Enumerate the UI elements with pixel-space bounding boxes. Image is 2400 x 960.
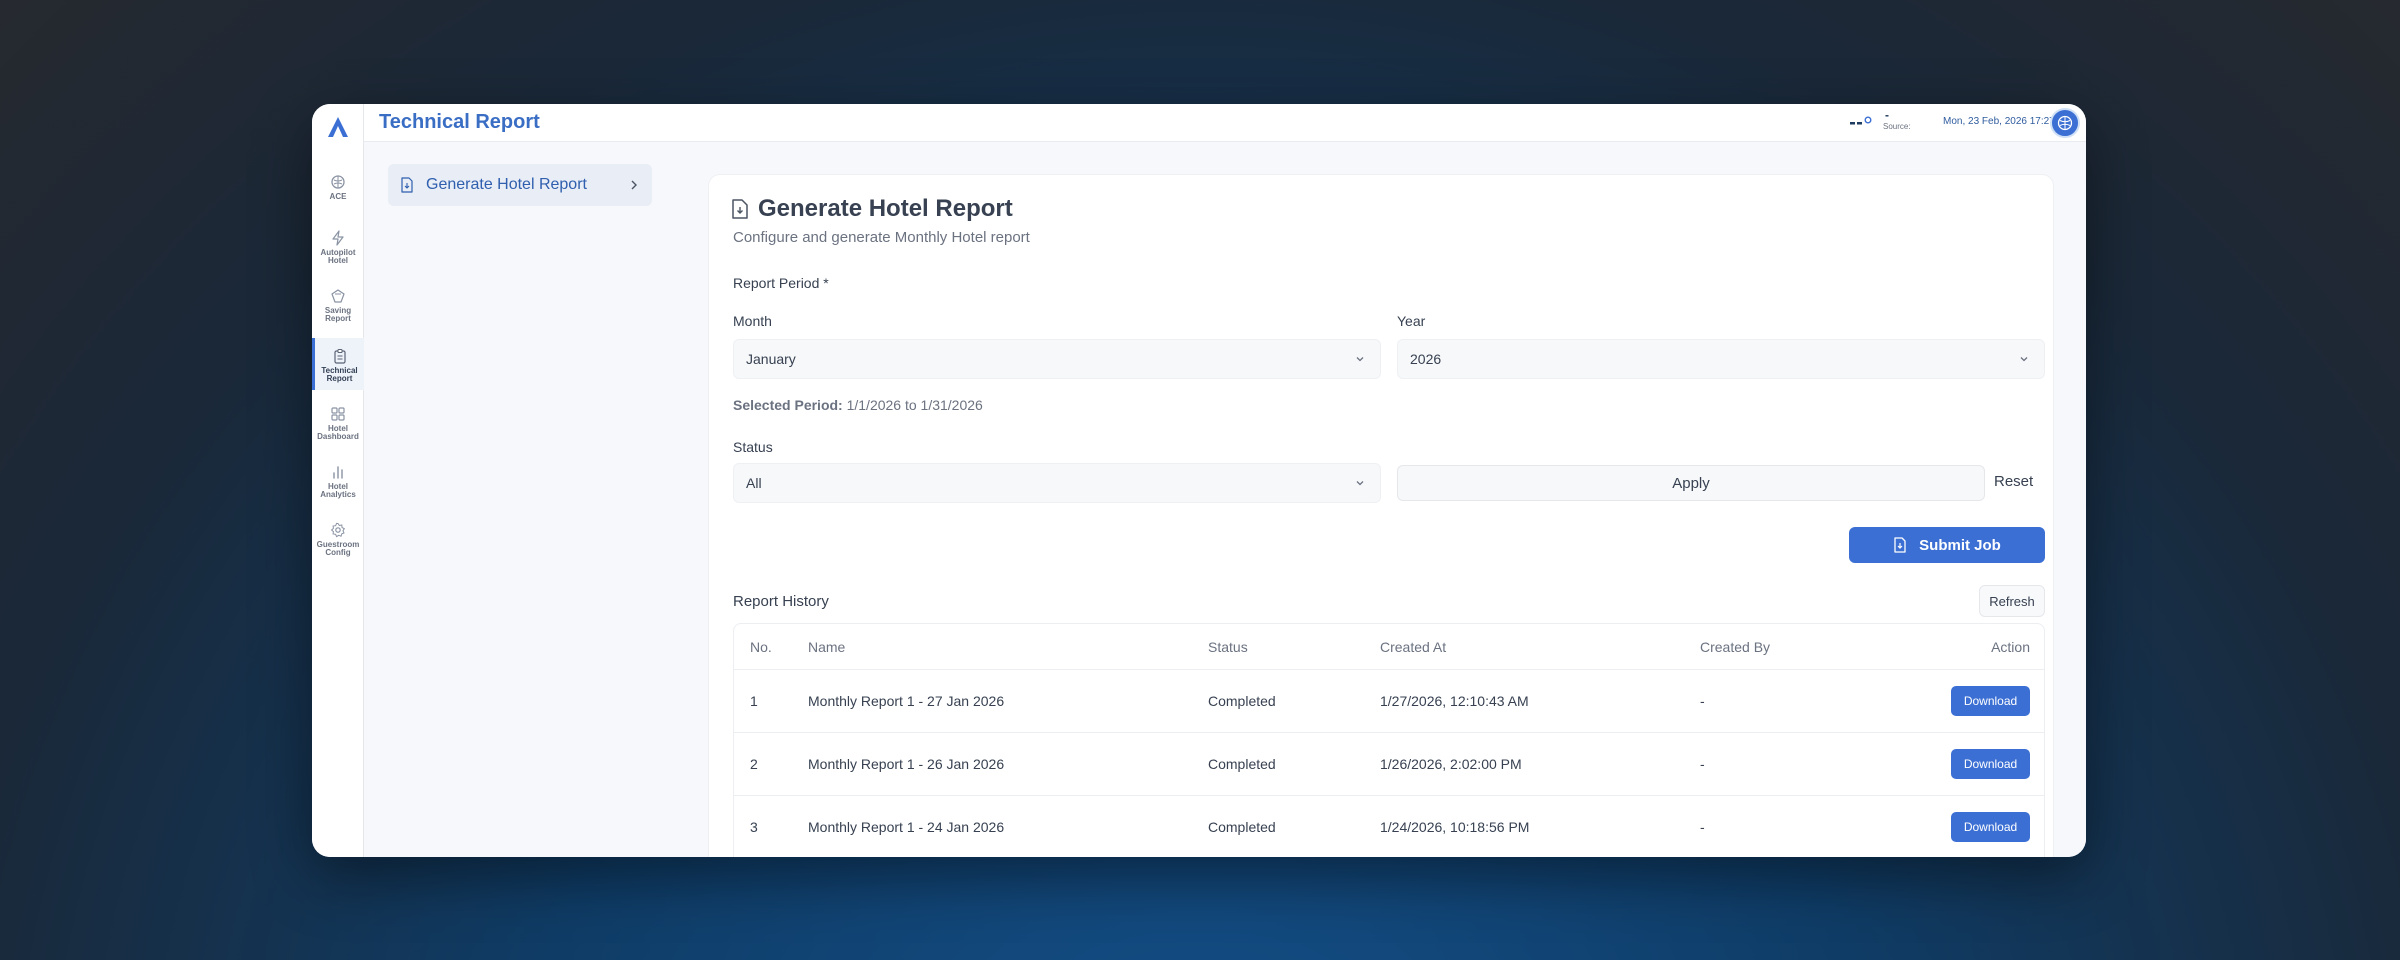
report-history-title: Report History bbox=[733, 593, 829, 610]
row-created-by: - bbox=[1700, 819, 1705, 835]
row-created-by: - bbox=[1700, 756, 1705, 772]
grid-icon bbox=[331, 407, 345, 421]
rail-item-autopilot-hotel[interactable]: Autopilot Hotel bbox=[312, 224, 364, 270]
selected-period: Selected Period: 1/1/2026 to 1/31/2026 bbox=[733, 397, 983, 413]
year-label: Year bbox=[1397, 313, 1426, 329]
card-title-text: Generate Hotel Report bbox=[758, 195, 1013, 222]
report-card: Generate Hotel Report Configure and gene… bbox=[708, 174, 2054, 857]
brain-avatar-icon bbox=[2057, 115, 2073, 131]
column-header-name: Name bbox=[808, 638, 846, 655]
row-no: 2 bbox=[750, 756, 758, 772]
rail-item-ace[interactable]: ACE bbox=[312, 166, 364, 204]
row-status: Completed bbox=[1208, 693, 1276, 709]
status-select-value: All bbox=[746, 475, 762, 491]
icon-rail: ACE Autopilot Hotel Saving Report Techni… bbox=[312, 104, 364, 857]
reset-button[interactable]: Reset bbox=[1994, 473, 2033, 490]
column-header-created-by: Created By bbox=[1700, 638, 1771, 655]
row-name: Monthly Report 1 - 27 Jan 2026 bbox=[808, 693, 1005, 709]
clipboard-icon bbox=[333, 349, 346, 364]
rail-label: Hotel bbox=[328, 256, 348, 265]
table-row: 2 Monthly Report 1 - 26 Jan 2026 Complet… bbox=[734, 733, 2044, 796]
year-select-value: 2026 bbox=[1410, 351, 1442, 367]
piggy-bank-icon bbox=[331, 289, 345, 303]
chevron-right-icon bbox=[631, 180, 637, 190]
top-header: Technical Report - Source: Mon, 23 Feb, … bbox=[364, 104, 2086, 142]
rail-item-hotel-dashboard[interactable]: Hotel Dashboard bbox=[312, 400, 364, 446]
main-content: Generate Hotel Report Generate Hotel Rep… bbox=[364, 142, 2086, 857]
table-row: 3 Monthly Report 1 - 24 Jan 2026 Complet… bbox=[734, 796, 2044, 857]
file-download-icon bbox=[1894, 537, 1906, 553]
status-label: Status bbox=[733, 439, 773, 455]
page-title: Technical Report bbox=[379, 111, 540, 133]
table-header-row: No. Name Status Created At Created By Ac… bbox=[734, 624, 2044, 670]
row-status: Completed bbox=[1208, 819, 1276, 835]
file-download-icon bbox=[401, 177, 413, 193]
report-period-label: Report Period * bbox=[733, 275, 829, 291]
card-title: Generate Hotel Report bbox=[731, 195, 1013, 223]
column-header-created-at: Created At bbox=[1380, 638, 1447, 655]
row-no: 3 bbox=[750, 819, 758, 835]
year-select[interactable]: 2026 bbox=[1397, 339, 2045, 379]
connection-status-icon bbox=[1850, 116, 1872, 125]
rail-label: Report bbox=[326, 374, 353, 383]
rail-item-guestroom-config[interactable]: Guestroom Config bbox=[312, 516, 364, 562]
row-created-at: 1/27/2026, 12:10:43 AM bbox=[1380, 693, 1529, 709]
refresh-button[interactable]: Refresh bbox=[1979, 585, 2045, 617]
row-created-at: 1/24/2026, 10:18:56 PM bbox=[1380, 819, 1530, 835]
chevron-down-icon bbox=[2020, 357, 2028, 362]
rail-item-technical-report[interactable]: Technical Report bbox=[312, 338, 364, 390]
download-button[interactable]: Download bbox=[1951, 749, 2030, 779]
row-name: Monthly Report 1 - 26 Jan 2026 bbox=[808, 756, 1005, 772]
app-logo-icon[interactable] bbox=[324, 113, 352, 141]
gear-icon bbox=[330, 522, 346, 538]
row-no: 1 bbox=[750, 693, 758, 709]
app-window: ACE Autopilot Hotel Saving Report Techni… bbox=[312, 104, 2086, 857]
selected-period-value: 1/1/2026 to 1/31/2026 bbox=[846, 397, 983, 413]
sidebar-item-generate-hotel-report[interactable]: Generate Hotel Report bbox=[388, 164, 652, 206]
row-status: Completed bbox=[1208, 756, 1276, 772]
row-action: Download bbox=[1951, 796, 2030, 857]
rail-label: Dashboard bbox=[317, 432, 359, 441]
rail-label: ACE bbox=[329, 192, 347, 201]
card-subtitle: Configure and generate Monthly Hotel rep… bbox=[733, 229, 1030, 246]
rail-item-saving-report[interactable]: Saving Report bbox=[312, 282, 364, 328]
month-select[interactable]: January bbox=[733, 339, 1381, 379]
table-row: 1 Monthly Report 1 - 27 Jan 2026 Complet… bbox=[734, 670, 2044, 733]
column-header-status: Status bbox=[1208, 638, 1248, 655]
column-header-no: No. bbox=[750, 638, 772, 655]
row-action: Download bbox=[1951, 733, 2030, 795]
rail-label: Config bbox=[325, 548, 351, 557]
rail-item-hotel-analytics[interactable]: Hotel Analytics bbox=[312, 458, 364, 504]
row-name: Monthly Report 1 - 24 Jan 2026 bbox=[808, 819, 1005, 835]
lightning-icon bbox=[332, 230, 344, 246]
avatar[interactable] bbox=[2050, 108, 2080, 138]
source-label: Source: bbox=[1883, 122, 1911, 131]
month-select-value: January bbox=[746, 351, 796, 367]
submit-job-label: Submit Job bbox=[1919, 536, 2001, 554]
download-button[interactable]: Download bbox=[1951, 812, 2030, 842]
chevron-down-icon bbox=[1356, 481, 1364, 486]
rail-label: Report bbox=[325, 314, 351, 323]
sidebar-item-label: Generate Hotel Report bbox=[426, 176, 587, 193]
brain-icon bbox=[331, 175, 345, 189]
row-created-by: - bbox=[1700, 693, 1705, 709]
apply-button[interactable]: Apply bbox=[1397, 465, 1985, 501]
column-header-action: Action bbox=[1991, 638, 2030, 655]
submit-job-button[interactable]: Submit Job bbox=[1849, 527, 2045, 563]
selected-period-label: Selected Period: bbox=[733, 397, 843, 413]
month-label: Month bbox=[733, 313, 772, 329]
file-download-icon bbox=[732, 199, 748, 219]
row-action: Download bbox=[1951, 670, 2030, 732]
status-select[interactable]: All bbox=[733, 463, 1381, 503]
rail-label: Analytics bbox=[320, 490, 356, 499]
source-value: - bbox=[1885, 108, 1889, 122]
chevron-down-icon bbox=[1356, 357, 1364, 362]
report-history-table: No. Name Status Created At Created By Ac… bbox=[733, 623, 2045, 857]
download-button[interactable]: Download bbox=[1951, 686, 2030, 716]
bar-chart-icon bbox=[333, 466, 343, 479]
row-created-at: 1/26/2026, 2:02:00 PM bbox=[1380, 756, 1522, 772]
